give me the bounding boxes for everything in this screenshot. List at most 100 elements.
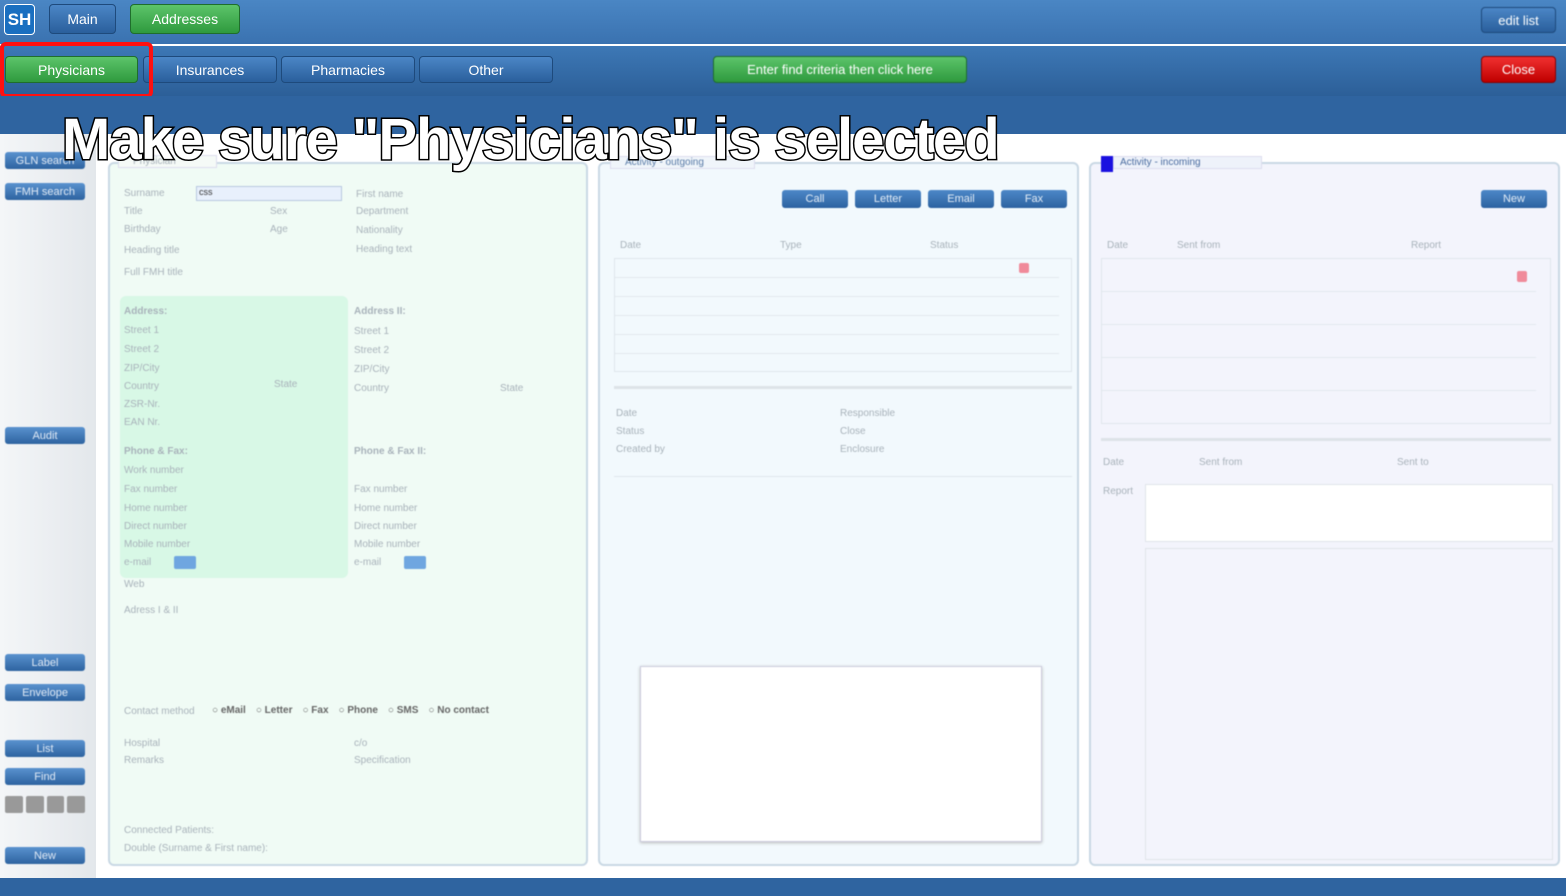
report-input[interactable]	[1145, 484, 1553, 542]
notes-area[interactable]	[614, 476, 1072, 632]
fax-button[interactable]: Fax	[1001, 190, 1067, 208]
email-label: e-mail	[124, 557, 152, 568]
radio-letter[interactable]: ○ Letter	[256, 705, 293, 716]
list-button[interactable]: List	[5, 740, 85, 757]
call-button[interactable]: Call	[782, 190, 848, 208]
email2-send-icon[interactable]	[404, 556, 426, 569]
fax-number-2-label: Fax number	[354, 484, 408, 495]
tab-pharmacies[interactable]: Pharmacies	[281, 56, 415, 83]
surname-input[interactable]: css	[196, 186, 342, 201]
heading-text-label: Heading text	[356, 244, 413, 255]
remarks-label: Remarks	[124, 755, 165, 766]
incoming-list[interactable]	[1101, 258, 1551, 424]
column-date: Date	[620, 240, 642, 251]
hospital-label: Hospital	[124, 738, 161, 749]
radio-label: No contact	[437, 705, 489, 716]
list-row[interactable]	[615, 316, 1059, 335]
radio-phone[interactable]: ○ Phone	[339, 705, 378, 716]
column-report: Report	[1411, 240, 1442, 251]
radio-email[interactable]: ○ eMail	[212, 705, 246, 716]
list-row[interactable]	[615, 335, 1059, 354]
horizontal-scrollbar[interactable]	[614, 386, 1072, 389]
department-label: Department	[356, 206, 409, 217]
delete-icon[interactable]	[1517, 271, 1527, 282]
annotation-text: Make sure "Physicians" is selected	[61, 106, 1002, 174]
country-2-label: Country	[354, 383, 390, 394]
home-number-label: Home number	[124, 503, 188, 514]
close-button[interactable]: Close	[1481, 56, 1556, 83]
delete-icon[interactable]	[1019, 263, 1029, 273]
specification-label: Specification	[354, 755, 411, 766]
radio-label: Phone	[347, 705, 378, 716]
new-incoming-button[interactable]: New	[1481, 190, 1547, 208]
incoming-color-marker	[1101, 156, 1113, 172]
work-number-label: Work number	[124, 465, 184, 476]
tab-other[interactable]: Other	[419, 56, 553, 83]
detail-date-label: Date	[616, 408, 638, 419]
find-button[interactable]: Enter find criteria then click here	[713, 56, 967, 83]
list-row[interactable]	[615, 297, 1059, 316]
home-number-2-label: Home number	[354, 503, 418, 514]
list-row[interactable]	[615, 259, 1059, 278]
text-field[interactable]	[640, 666, 1042, 842]
age-label: Age	[270, 224, 288, 235]
incoming-tab[interactable]: Activity - incoming	[1113, 156, 1262, 169]
activity-incoming-panel: Activity - incoming New Date Sent from R…	[1089, 156, 1560, 866]
radio-no-contact[interactable]: ○ No contact	[428, 705, 489, 716]
outgoing-list[interactable]	[614, 258, 1072, 372]
prev-record-button[interactable]	[25, 796, 44, 813]
tab-insurances[interactable]: Insurances	[143, 56, 277, 83]
audit-button[interactable]: Audit	[5, 427, 85, 444]
enclosure-label: Enclosure	[840, 444, 885, 455]
mobile-number-label: Mobile number	[124, 539, 191, 550]
horizontal-scrollbar[interactable]	[1101, 438, 1551, 441]
contact-method-radios: ○ eMail ○ Letter ○ Fax ○ Phone ○ SMS ○ N…	[212, 705, 489, 716]
last-record-button[interactable]	[67, 796, 85, 813]
fmh-search-button[interactable]: FMH search	[5, 183, 85, 200]
filter-sent-from-label: Sent from	[1199, 457, 1243, 468]
radio-fax[interactable]: ○ Fax	[302, 705, 328, 716]
email-send-icon[interactable]	[174, 556, 196, 569]
fax-number-label: Fax number	[124, 484, 178, 495]
address-both-label: Adress I & II	[124, 605, 179, 616]
heading-title-label: Heading title	[124, 245, 180, 256]
email-button[interactable]: Email	[928, 190, 994, 208]
app-logo: SH	[4, 4, 35, 35]
find-sidebar-button[interactable]: Find	[5, 768, 85, 785]
street2-label: Street 2	[124, 344, 160, 355]
zip-city-label: ZIP/City	[124, 363, 160, 374]
phone-title: Phone & Fax:	[124, 446, 188, 457]
street1-2-label: Street 1	[354, 326, 390, 337]
sex-label: Sex	[270, 206, 288, 217]
list-row[interactable]	[1102, 325, 1536, 358]
country-label: Country	[124, 381, 160, 392]
list-row[interactable]	[1102, 358, 1536, 391]
surname-label: Surname	[124, 188, 165, 199]
envelope-button[interactable]: Envelope	[5, 684, 85, 701]
street2-2-label: Street 2	[354, 345, 390, 356]
first-record-button[interactable]	[5, 796, 23, 813]
report-detail-area[interactable]	[1145, 548, 1553, 860]
column-status: Status	[930, 240, 959, 251]
highlight-box	[0, 42, 153, 98]
radio-label: Fax	[311, 705, 329, 716]
physician-panel: Physician Surname css Title Birthday Hea…	[108, 155, 588, 866]
nationality-label: Nationality	[356, 225, 403, 236]
list-row[interactable]	[1102, 259, 1536, 292]
list-row[interactable]	[1102, 292, 1536, 325]
email-2-label: e-mail	[354, 557, 382, 568]
letter-button[interactable]: Letter	[855, 190, 921, 208]
radio-sms[interactable]: ○ SMS	[388, 705, 419, 716]
column-sent-from: Sent from	[1177, 240, 1221, 251]
new-record-button[interactable]: New	[5, 847, 85, 864]
tab-addresses[interactable]: Addresses	[130, 4, 240, 34]
list-row[interactable]	[615, 278, 1059, 297]
first-name-label: First name	[356, 189, 404, 200]
next-record-button[interactable]	[46, 796, 65, 813]
tab-main[interactable]: Main	[49, 4, 116, 34]
ean-label: EAN Nr.	[124, 417, 161, 428]
edit-list-button[interactable]: edit list	[1481, 7, 1556, 33]
close-label: Close	[840, 426, 866, 437]
label-button[interactable]: Label	[5, 654, 85, 671]
filter-sent-to-label: Sent to	[1397, 457, 1429, 468]
